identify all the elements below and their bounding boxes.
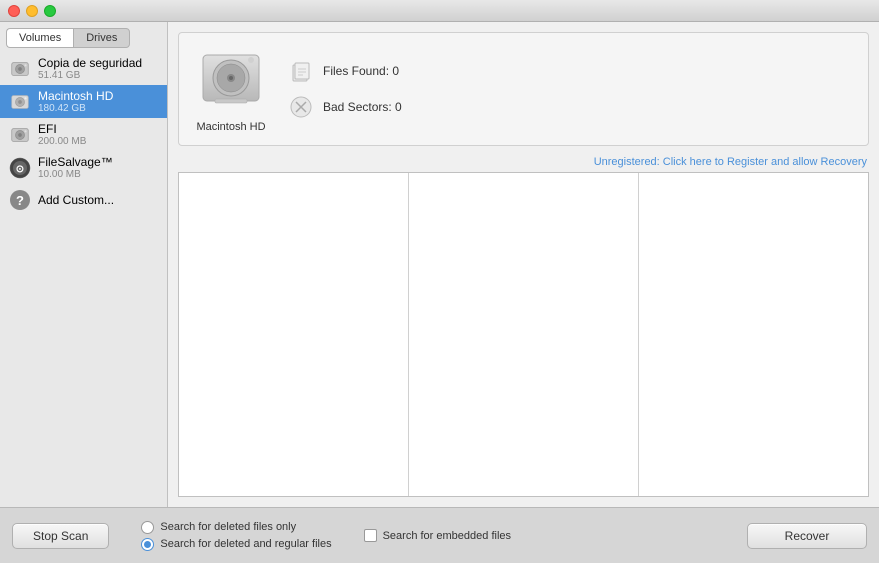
radio-deleted-only[interactable]: Search for deleted files only: [141, 521, 331, 534]
sidebar: Volumes Drives Copia de seg: [0, 22, 168, 507]
sidebar-item-copia[interactable]: Copia de seguridad 51.41 GB: [0, 52, 167, 85]
radio-deleted-regular[interactable]: Search for deleted and regular files: [141, 538, 331, 551]
filesalvage-name: FileSalvage™: [38, 155, 113, 169]
drive-icon-large: Macintosh HD: [195, 45, 267, 133]
reg-link: Unregistered: Click here to Register and…: [168, 156, 879, 172]
files-icon: [287, 57, 315, 85]
checkbox-section: Search for embedded files: [364, 529, 511, 542]
app-icon-filesalvage: ⊙: [8, 156, 32, 180]
maximize-button[interactable]: [44, 5, 56, 17]
hd-icon-macintosh: [8, 90, 32, 114]
bottom-right: Recover: [747, 523, 867, 549]
stop-scan-button[interactable]: Stop Scan: [12, 523, 109, 549]
minimize-button[interactable]: [26, 5, 38, 17]
bad-sectors-icon: [287, 93, 315, 121]
bad-sectors-label: Bad Sectors: 0: [323, 100, 402, 114]
question-icon: ?: [8, 188, 32, 212]
traffic-lights: [8, 5, 56, 17]
filesalvage-sub: 10.00 MB: [38, 169, 113, 180]
macintosh-sub: 180.42 GB: [38, 103, 113, 114]
radio-label-deleted-only: Search for deleted files only: [160, 521, 296, 533]
radio-dot-deleted-only: [141, 521, 154, 534]
close-button[interactable]: [8, 5, 20, 17]
titlebar: [0, 0, 879, 22]
drive-stats: Files Found: 0 Bad Sectors: 0: [287, 57, 402, 121]
sidebar-tabs: Volumes Drives: [0, 22, 167, 48]
file-col-1: [179, 173, 409, 496]
files-found-row: Files Found: 0: [287, 57, 402, 85]
reg-link-anchor[interactable]: Unregistered: Click here to Register and…: [594, 156, 867, 168]
app-body: Volumes Drives Copia de seg: [0, 22, 879, 563]
copia-name: Copia de seguridad: [38, 56, 142, 70]
recover-button[interactable]: Recover: [747, 523, 867, 549]
macintosh-text: Macintosh HD 180.42 GB: [38, 89, 113, 114]
addcustom-name: Add Custom...: [38, 193, 114, 207]
copia-sub: 51.41 GB: [38, 70, 142, 81]
svg-text:⊙: ⊙: [16, 164, 24, 175]
efi-text: EFI 200.00 MB: [38, 122, 86, 147]
radio-dot-deleted-regular: [141, 538, 154, 551]
bottom-left: Stop Scan: [12, 523, 109, 549]
file-col-3: [639, 173, 868, 496]
sidebar-item-macintosh[interactable]: Macintosh HD 180.42 GB: [0, 85, 167, 118]
radio-label-deleted-regular: Search for deleted and regular files: [160, 538, 331, 550]
sidebar-item-addcustom[interactable]: ? Add Custom...: [0, 184, 167, 216]
checkbox-label-embedded: Search for embedded files: [383, 530, 511, 542]
drive-info-panel: Macintosh HD Files Found: 0: [178, 32, 869, 146]
addcustom-text: Add Custom...: [38, 193, 114, 207]
bottom-center: Search for deleted files only Search for…: [141, 521, 331, 551]
sidebar-item-filesalvage[interactable]: ⊙ FileSalvage™ 10.00 MB: [0, 151, 167, 184]
sidebar-item-efi[interactable]: EFI 200.00 MB: [0, 118, 167, 151]
efi-sub: 200.00 MB: [38, 136, 86, 147]
hd-icon-efi: [8, 123, 32, 147]
filesalvage-text: FileSalvage™ 10.00 MB: [38, 155, 113, 180]
file-list-area: [178, 172, 869, 497]
main-content: Volumes Drives Copia de seg: [0, 22, 879, 507]
files-found-label: Files Found: 0: [323, 64, 399, 78]
right-panel: Macintosh HD Files Found: 0: [168, 22, 879, 507]
bottom-bar: Stop Scan Search for deleted files only …: [0, 507, 879, 563]
efi-name: EFI: [38, 122, 86, 136]
checkbox-embedded[interactable]: Search for embedded files: [364, 529, 511, 542]
drive-name-label: Macintosh HD: [196, 121, 265, 133]
checkbox-box-embedded: [364, 529, 377, 542]
bad-sectors-row: Bad Sectors: 0: [287, 93, 402, 121]
macintosh-name: Macintosh HD: [38, 89, 113, 103]
copia-text: Copia de seguridad 51.41 GB: [38, 56, 142, 81]
tab-volumes[interactable]: Volumes: [6, 28, 73, 48]
hd-icon-copia: [8, 57, 32, 81]
tab-drives[interactable]: Drives: [73, 28, 130, 48]
sidebar-list: Copia de seguridad 51.41 GB: [0, 48, 167, 507]
file-col-2: [409, 173, 639, 496]
